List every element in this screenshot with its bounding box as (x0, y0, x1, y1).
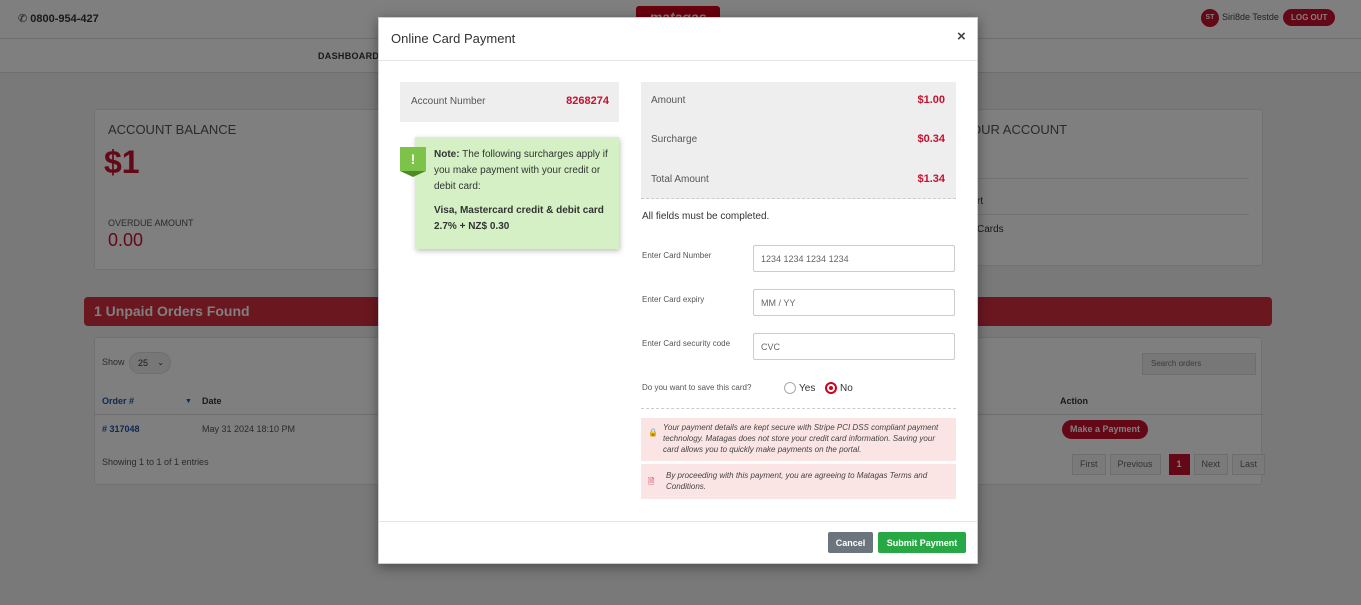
card-number-input[interactable] (753, 245, 955, 272)
security-notice: 🔒 Your payment details are kept secure w… (641, 418, 956, 461)
note-flag-tail (400, 171, 426, 177)
card-expiry-label: Enter Card expiry (642, 295, 705, 304)
total-value: $1.34 (917, 173, 945, 185)
summary-row-surcharge: Surcharge $0.34 (641, 121, 956, 160)
summary-row-total: Total Amount $1.34 (641, 161, 956, 200)
card-cvc-label: Enter Card security code (642, 339, 731, 348)
card-number-label: Enter Card Number (642, 251, 712, 260)
summary-row-amount: Amount $1.00 (641, 82, 956, 121)
amount-label: Amount (651, 95, 686, 106)
save-card-question: Do you want to save this card? (642, 383, 752, 392)
lock-icon: 🔒 (648, 428, 658, 437)
surcharge-value: $0.34 (917, 133, 945, 145)
terms-text: By proceeding with this payment, you are… (666, 471, 928, 491)
modal-header: Online Card Payment × (379, 18, 977, 61)
required-notice: All fields must be completed. (642, 211, 770, 222)
security-text: Your payment details are kept secure wit… (663, 423, 939, 454)
amount-value: $1.00 (917, 94, 945, 106)
total-label: Total Amount (651, 174, 709, 185)
exclamation-icon: ! (400, 147, 426, 171)
note-card-rates: Visa, Mastercard credit & debit card 2.7… (434, 205, 604, 232)
modal-footer: Cancel Submit Payment (379, 521, 977, 564)
card-cvc-input[interactable] (753, 333, 955, 360)
card-expiry-input[interactable] (753, 289, 955, 316)
surcharge-label: Surcharge (651, 134, 698, 145)
save-card-yes-label[interactable]: Yes (799, 383, 815, 394)
terms-notice: 🗎 By proceeding with this payment, you a… (641, 464, 956, 499)
document-icon: 🗎 (648, 477, 655, 486)
save-card-no-radio[interactable] (825, 382, 837, 394)
payment-summary: Amount $1.00 Surcharge $0.34 Total Amoun… (641, 82, 956, 199)
divider (641, 408, 956, 409)
close-icon[interactable]: × (957, 28, 966, 45)
submit-payment-button[interactable]: Submit Payment (878, 532, 966, 553)
account-number-box: Account Number 8268274 (400, 82, 619, 122)
account-number-value: 8268274 (566, 95, 609, 107)
surcharge-note: Note: The following surcharges apply if … (415, 137, 619, 249)
save-card-yes-radio[interactable] (784, 382, 796, 394)
modal-title: Online Card Payment (391, 31, 516, 46)
note-prefix: Note: (434, 149, 460, 160)
save-card-no-label[interactable]: No (840, 383, 853, 394)
payment-modal: Online Card Payment × Account Number 826… (378, 17, 978, 564)
cancel-button[interactable]: Cancel (828, 532, 873, 553)
note-text: The following surcharges apply if you ma… (434, 149, 608, 192)
account-number-label: Account Number (411, 96, 486, 107)
